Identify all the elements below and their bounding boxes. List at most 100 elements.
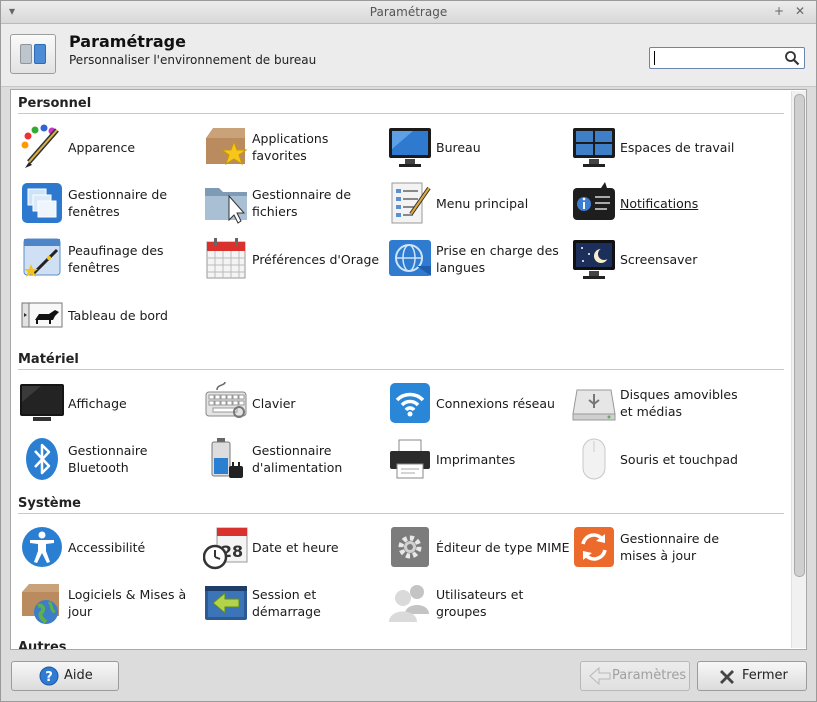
page-subtitle: Personnaliser l'environnement de bureau xyxy=(69,53,317,67)
item-screensaver[interactable]: Screensaver xyxy=(571,233,755,285)
item-label: Accessibilité xyxy=(68,539,146,555)
software-globe-icon xyxy=(22,584,59,624)
item-label: Session et démarrage xyxy=(252,587,321,619)
item-label: Bureau xyxy=(436,139,481,155)
item-bureau[interactable]: Bureau xyxy=(387,121,571,173)
keyboard-icon xyxy=(205,381,247,418)
settings-app-icon xyxy=(10,34,56,74)
item-label: Gestionnaire de mises à jour xyxy=(620,531,720,563)
item-label: Disques amovibles et médias xyxy=(620,387,738,419)
item-affichage[interactable]: Affichage xyxy=(19,377,203,429)
help-icon: ? xyxy=(39,666,59,686)
calendar-icon xyxy=(206,238,246,279)
item-label: Gestionnaire de fenêtres xyxy=(68,187,168,219)
desktop-monitor-icon xyxy=(389,128,431,167)
header: Paramétrage Personnaliser l'environnemen… xyxy=(1,24,816,87)
item-disques-amovibles[interactable]: Disques amovibles et médias xyxy=(571,377,755,429)
palette-brush-icon xyxy=(21,124,59,168)
item-gestionnaire-bluetooth[interactable]: Gestionnaire Bluetooth xyxy=(19,433,203,485)
item-label: Gestionnaire Bluetooth xyxy=(68,443,148,475)
removable-drive-icon xyxy=(572,389,616,421)
window-tweaks-icon xyxy=(23,238,61,277)
folder-icon xyxy=(205,188,247,224)
item-notifications[interactable]: Notifications xyxy=(571,177,755,229)
close-icon[interactable]: ✕ xyxy=(793,4,807,18)
item-clavier[interactable]: Clavier xyxy=(203,377,387,429)
section-title-autres: Autres xyxy=(18,640,67,650)
box-star-icon xyxy=(206,128,248,166)
item-editeur-type-mime[interactable]: Éditeur de type MIME xyxy=(387,521,571,573)
item-date-et-heure[interactable]: 28 Date et heure xyxy=(203,521,387,573)
search-icon[interactable] xyxy=(784,50,800,66)
section-title-materiel: Matériel xyxy=(18,352,79,367)
language-globe-icon xyxy=(389,240,431,276)
item-label: Connexions réseau xyxy=(436,395,555,411)
item-label: Notifications xyxy=(620,195,699,211)
item-imprimantes[interactable]: Imprimantes xyxy=(387,433,571,485)
help-button[interactable]: ? Aide xyxy=(11,661,119,691)
item-preferences-orage[interactable]: Préférences d'Orage xyxy=(203,233,387,285)
search-input[interactable] xyxy=(649,47,805,69)
item-label: Prise en charge des langues xyxy=(436,243,559,275)
item-connexions-reseau[interactable]: Connexions réseau xyxy=(387,377,571,429)
item-label: Logiciels & Mises à jour xyxy=(68,587,187,619)
menu-editor-icon xyxy=(391,182,431,224)
item-label: Screensaver xyxy=(620,251,698,267)
close-button[interactable]: Fermer xyxy=(697,661,807,691)
item-peaufinage-des-fenetres[interactable]: Peaufinage des fenêtres xyxy=(19,233,203,285)
settings-button[interactable]: Paramètres xyxy=(580,661,690,691)
item-prise-en-charge-des-langues[interactable]: Prise en charge des langues xyxy=(387,233,571,285)
item-logiciels-mises-a-jour[interactable]: Logiciels & Mises à jour xyxy=(19,577,203,629)
mime-gear-icon xyxy=(391,527,429,567)
item-utilisateurs-et-groupes[interactable]: Utilisateurs et groupes xyxy=(387,577,571,629)
item-label: Menu principal xyxy=(436,195,529,211)
scrollbar[interactable] xyxy=(791,91,806,648)
users-icon xyxy=(389,585,429,622)
battery-icon xyxy=(211,438,243,478)
svg-text:?: ? xyxy=(45,670,53,685)
item-gestionnaire-alimentation[interactable]: Gestionnaire d'alimentation xyxy=(203,433,387,485)
stick-icon[interactable]: + xyxy=(772,4,786,18)
item-espaces-de-travail[interactable]: Espaces de travail xyxy=(571,121,755,173)
update-manager-icon xyxy=(574,527,614,567)
scrollbar-thumb[interactable] xyxy=(794,94,805,577)
item-label: Affichage xyxy=(68,395,127,411)
item-gestionnaire-de-fenetres[interactable]: Gestionnaire de fenêtres xyxy=(19,177,203,229)
title-bar[interactable]: Paramétrage ▾ + ✕ xyxy=(1,1,816,24)
item-label: Date et heure xyxy=(252,539,339,555)
mouse-icon xyxy=(582,438,606,480)
item-gestionnaire-mises-a-jour[interactable]: Gestionnaire de mises à jour xyxy=(571,521,755,573)
item-accessibilite[interactable]: Accessibilité xyxy=(19,521,203,573)
help-label: Aide xyxy=(64,668,93,683)
screensaver-icon xyxy=(573,240,615,279)
item-label: Peaufinage des fenêtres xyxy=(68,243,164,275)
item-applications-favorites[interactable]: Applications favorites xyxy=(203,121,387,173)
item-menu-principal[interactable]: Menu principal xyxy=(387,177,571,229)
window-menu-icon[interactable]: ▾ xyxy=(5,4,19,18)
bluetooth-icon xyxy=(26,438,58,480)
accessibility-icon xyxy=(22,527,62,567)
item-gestionnaire-de-fichiers[interactable]: Gestionnaire de fichiers xyxy=(203,177,387,229)
panel-icon xyxy=(21,302,63,328)
close-x-icon xyxy=(720,670,734,684)
item-label: Éditeur de type MIME xyxy=(436,539,570,555)
printer-icon xyxy=(390,439,430,479)
window-manager-icon xyxy=(22,183,62,223)
back-arrow-icon xyxy=(589,667,611,685)
session-arrow-icon xyxy=(205,586,247,620)
item-label: Applications favorites xyxy=(252,131,329,163)
settings-label: Paramètres xyxy=(612,668,687,683)
item-label: Utilisateurs et groupes xyxy=(436,587,524,619)
item-label: Clavier xyxy=(252,395,296,411)
settings-window: Paramétrage ▾ + ✕ Paramétrage Personnali… xyxy=(0,0,817,702)
item-label: Tableau de bord xyxy=(68,307,168,323)
window-title: Paramétrage xyxy=(369,5,448,19)
item-label: Apparence xyxy=(68,139,136,155)
date-time-icon: 28 xyxy=(203,527,248,570)
item-souris-et-touchpad[interactable]: Souris et touchpad xyxy=(571,433,755,485)
item-label: Imprimantes xyxy=(436,451,516,467)
item-session-et-demarrage[interactable]: Session et démarrage xyxy=(203,577,387,629)
item-apparence[interactable]: Apparence xyxy=(19,121,203,173)
item-tableau-de-bord[interactable]: Tableau de bord xyxy=(19,289,203,341)
item-label: Espaces de travail xyxy=(620,139,735,155)
